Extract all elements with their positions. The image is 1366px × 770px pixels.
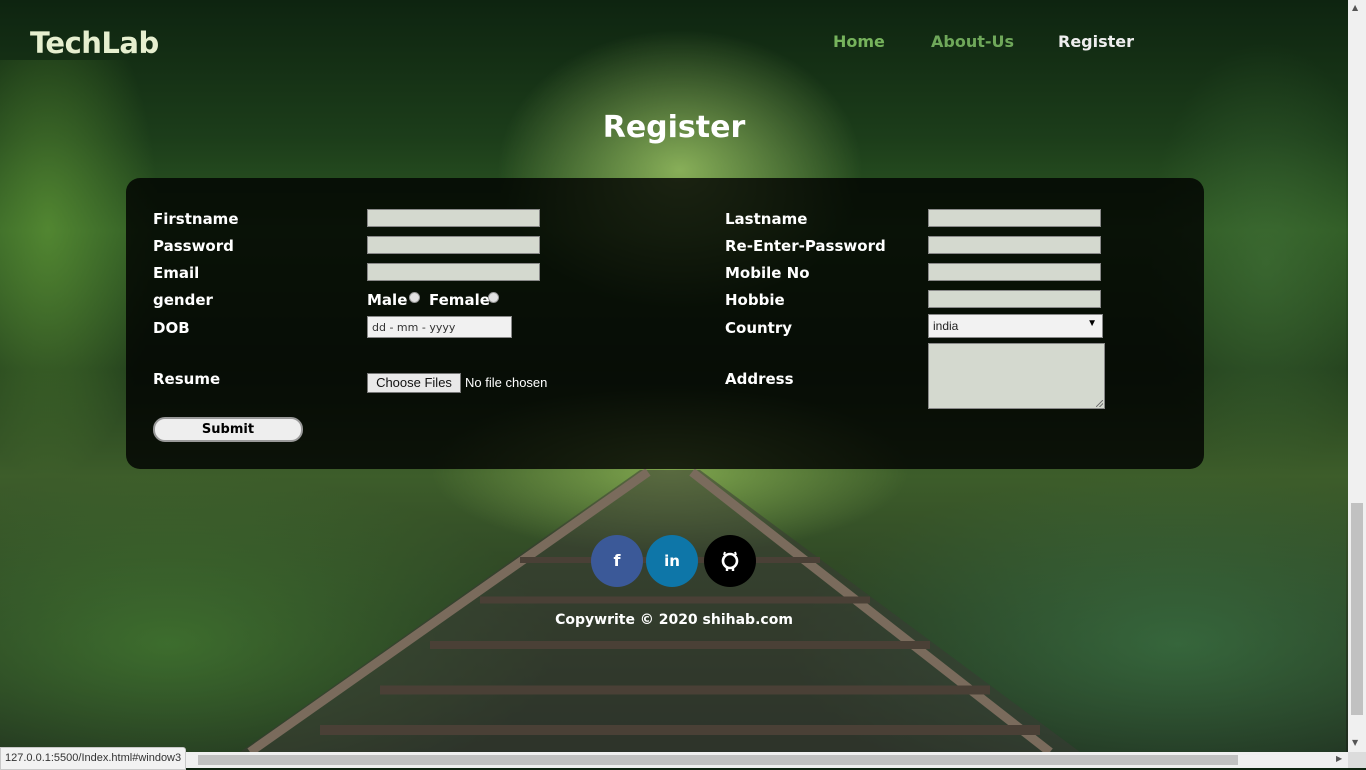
vertical-scrollbar[interactable]: ▲ ▼ bbox=[1348, 0, 1366, 752]
country-selected-value: india bbox=[933, 319, 959, 333]
status-bar-url: 127.0.0.1:5500/Index.html#window3 bbox=[0, 747, 187, 770]
resize-grip-icon[interactable] bbox=[1096, 400, 1103, 407]
github-icon[interactable] bbox=[704, 535, 756, 587]
submit-button[interactable]: Submit bbox=[153, 417, 303, 442]
gender-label: gender bbox=[153, 291, 213, 309]
dob-date-input[interactable]: dd - mm - yyyy bbox=[367, 316, 512, 338]
choose-files-button[interactable]: Choose Files bbox=[367, 373, 461, 393]
page-title: Register bbox=[602, 110, 746, 145]
brand-logo[interactable]: TechLab bbox=[30, 26, 159, 60]
navbar: TechLab Home About-Us Register bbox=[0, 0, 1348, 80]
scroll-down-icon[interactable]: ▼ bbox=[1352, 738, 1358, 747]
chevron-down-icon: ▼ bbox=[1087, 318, 1097, 329]
gender-male-label: Male bbox=[367, 291, 408, 309]
hobbie-label: Hobbie bbox=[725, 291, 785, 309]
scrollbar-corner bbox=[1348, 752, 1366, 768]
reenter-password-input[interactable] bbox=[928, 236, 1101, 254]
footer-copyright: Copywrite © 2020 shihab.com bbox=[555, 612, 793, 628]
gender-male-radio[interactable] bbox=[409, 292, 420, 303]
nav-about-link[interactable]: About-Us bbox=[931, 32, 1014, 51]
lastname-input[interactable] bbox=[928, 209, 1101, 227]
horizontal-scrollbar[interactable]: ▶ bbox=[0, 752, 1348, 768]
mobile-label: Mobile No bbox=[725, 264, 810, 282]
email-input[interactable] bbox=[367, 263, 540, 281]
firstname-label: Firstname bbox=[153, 210, 239, 228]
facebook-icon[interactable]: f bbox=[591, 535, 643, 587]
dob-label: DOB bbox=[153, 319, 190, 337]
horizontal-scroll-thumb[interactable] bbox=[198, 755, 1238, 765]
scroll-right-icon[interactable]: ▶ bbox=[1336, 754, 1342, 763]
linkedin-icon[interactable]: in bbox=[646, 535, 698, 587]
mobile-input[interactable] bbox=[928, 263, 1101, 281]
nav-home-link[interactable]: Home bbox=[833, 32, 885, 51]
address-textarea[interactable] bbox=[928, 343, 1105, 409]
github-glyph bbox=[721, 551, 739, 571]
lastname-label: Lastname bbox=[725, 210, 808, 228]
gender-female-label: Female bbox=[429, 291, 490, 309]
password-input[interactable] bbox=[367, 236, 540, 254]
resume-label: Resume bbox=[153, 370, 221, 388]
scroll-up-icon[interactable]: ▲ bbox=[1352, 3, 1358, 12]
gender-female-radio[interactable] bbox=[488, 292, 499, 303]
country-label: Country bbox=[725, 319, 793, 337]
email-label: Email bbox=[153, 264, 200, 282]
reenter-password-label: Re-Enter-Password bbox=[725, 237, 886, 255]
country-select[interactable]: india ▼ bbox=[928, 314, 1103, 338]
password-label: Password bbox=[153, 237, 234, 255]
hobbie-input[interactable] bbox=[928, 290, 1101, 308]
vertical-scroll-thumb[interactable] bbox=[1351, 503, 1363, 715]
firstname-input[interactable] bbox=[367, 209, 540, 227]
file-status-text: No file chosen bbox=[465, 375, 548, 390]
nav-register-link[interactable]: Register bbox=[1058, 32, 1134, 51]
address-label: Address bbox=[725, 370, 794, 388]
